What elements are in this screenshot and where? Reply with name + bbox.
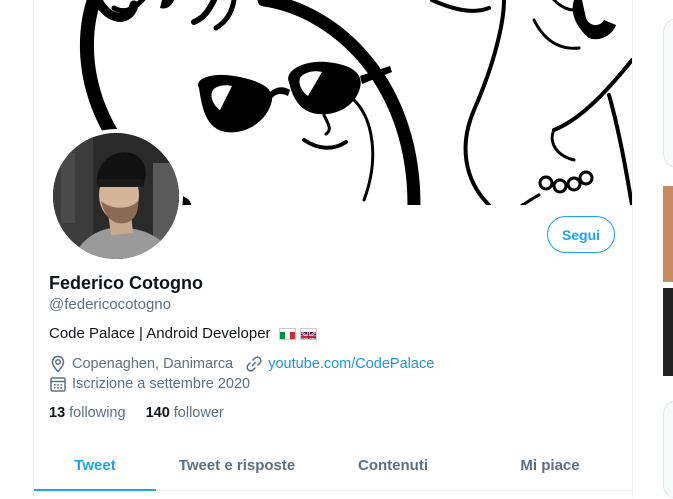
tab-contenuti[interactable]: Contenuti bbox=[318, 440, 468, 490]
sidebar-card[interactable] bbox=[663, 18, 673, 168]
tab-tweet-e-risposte[interactable]: Tweet e risposte bbox=[156, 440, 318, 490]
profile-column: Segui Federico Cotogno @federicocotogno … bbox=[34, 0, 633, 497]
profile-joined-date: Iscrizione a settembre 2020 bbox=[72, 376, 251, 392]
calendar-icon bbox=[49, 375, 67, 393]
link-icon bbox=[245, 355, 263, 373]
profile-stats: 13 following 140 follower bbox=[49, 405, 244, 421]
followers-link[interactable]: 140 follower bbox=[146, 405, 224, 421]
profile-name: Federico Cotogno bbox=[49, 273, 203, 293]
avatar-portrait bbox=[53, 133, 179, 259]
bio-text: Code Palace | Android Developer bbox=[49, 325, 271, 342]
tab-mi-piace[interactable]: Mi piace bbox=[468, 440, 632, 490]
sidebar-image-thumb[interactable] bbox=[663, 186, 673, 282]
following-link[interactable]: 13 following bbox=[49, 405, 126, 421]
profile-location: Copenaghen, Danimarca bbox=[72, 356, 234, 372]
profile-website-link[interactable]: youtube.com/CodePalace bbox=[268, 356, 434, 372]
follow-button[interactable]: Segui bbox=[547, 216, 615, 253]
followers-count: 140 bbox=[145, 405, 170, 421]
following-count: 13 bbox=[49, 405, 66, 421]
sidebar-card[interactable] bbox=[663, 400, 673, 499]
sidebar-image-thumb[interactable] bbox=[663, 288, 673, 376]
following-label: following bbox=[69, 405, 126, 421]
location-pin-icon bbox=[49, 355, 67, 373]
tab-tweet[interactable]: Tweet bbox=[34, 440, 156, 491]
italy-flag-icon bbox=[278, 327, 296, 340]
avatar-photo bbox=[53, 133, 179, 259]
profile-tabs: Tweet Tweet e risposte Contenuti Mi piac… bbox=[34, 440, 632, 491]
right-sidebar-edge bbox=[663, 0, 673, 499]
profile-avatar[interactable] bbox=[49, 129, 183, 263]
profile-bio: Code Palace | Android Developer bbox=[49, 325, 317, 342]
profile-joined-row: Iscrizione a settembre 2020 bbox=[49, 375, 250, 393]
profile-handle: @federicocotogno bbox=[49, 296, 171, 313]
profile-meta-row: Copenaghen, Danimarca youtube.com/CodePa… bbox=[49, 355, 434, 373]
followers-label: follower bbox=[173, 405, 224, 421]
uk-flag-icon bbox=[299, 327, 317, 340]
